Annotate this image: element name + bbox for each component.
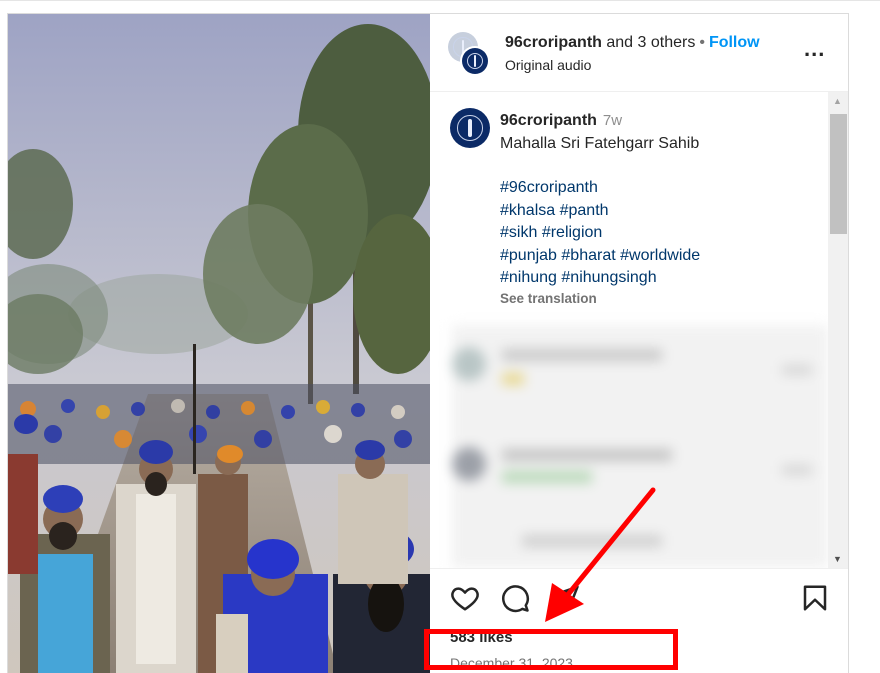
follow-button[interactable]: Follow xyxy=(709,34,760,51)
video-media[interactable] xyxy=(8,14,430,673)
header-others[interactable]: and 3 others xyxy=(606,34,695,51)
annotation-highlight-box xyxy=(424,629,678,670)
scroll-up-arrow-icon[interactable]: ▲ xyxy=(833,96,842,106)
share-icon[interactable] xyxy=(550,583,580,613)
header-username[interactable]: 96croripanth xyxy=(505,34,602,51)
header-title: 96croripanth and 3 others • Follow xyxy=(505,34,760,52)
hashtag-link[interactable]: #punjab xyxy=(500,247,557,264)
hashtag-link[interactable]: #panth xyxy=(560,202,609,219)
more-glyph: ... xyxy=(804,36,826,61)
comment-icon[interactable] xyxy=(500,583,530,613)
scroll-down-arrow-icon[interactable]: ▼ xyxy=(833,554,842,564)
instagram-post: 96croripanth and 3 others • Follow Origina… xyxy=(7,13,849,673)
avatar[interactable] xyxy=(450,108,490,148)
hashtag-link[interactable]: #sikh xyxy=(500,224,537,241)
comments-scroll-area[interactable]: 96croripanth 7w Mahalla Sri Fatehgarr Sah… xyxy=(430,92,848,568)
save-icon[interactable] xyxy=(800,583,830,613)
post-header: 96croripanth and 3 others • Follow Origina… xyxy=(430,14,848,92)
caption-text: Mahalla Sri Fatehgarr Sahib xyxy=(500,134,700,152)
hashtag-link[interactable]: #worldwide xyxy=(620,247,700,264)
audio-link[interactable]: Original audio xyxy=(505,57,591,73)
hashtag-link[interactable]: #religion xyxy=(542,224,602,241)
blurred-comments xyxy=(452,325,828,568)
hashtag-link[interactable]: #khalsa xyxy=(500,202,555,219)
hashtag-link[interactable]: #nihungsingh xyxy=(561,269,656,286)
like-icon[interactable] xyxy=(450,583,480,613)
hashtag-link[interactable]: #nihung xyxy=(500,269,557,286)
hashtag-link[interactable]: #bharat xyxy=(561,247,615,264)
caption-time[interactable]: 7w xyxy=(603,112,622,129)
collab-avatars[interactable] xyxy=(448,32,490,76)
caption: 96croripanth 7w Mahalla Sri Fatehgarr Sah… xyxy=(500,110,820,310)
top-divider xyxy=(0,0,880,1)
video-frame xyxy=(8,14,430,673)
hashtags: #96croripanth #khalsa #panth #sikh #reli… xyxy=(500,177,820,290)
scrollbar-thumb[interactable] xyxy=(830,114,847,234)
see-translation-link[interactable]: See translation xyxy=(500,288,820,311)
caption-username[interactable]: 96croripanth xyxy=(500,112,597,129)
more-icon[interactable]: ... xyxy=(804,36,825,62)
scrollbar[interactable]: ▲ ▼ xyxy=(828,92,848,568)
post-sidebar: 96croripanth and 3 others • Follow Origina… xyxy=(430,14,848,673)
avatar xyxy=(460,46,490,76)
hashtag-link[interactable]: #96croripanth xyxy=(500,177,820,200)
header-dot: • xyxy=(699,34,705,51)
